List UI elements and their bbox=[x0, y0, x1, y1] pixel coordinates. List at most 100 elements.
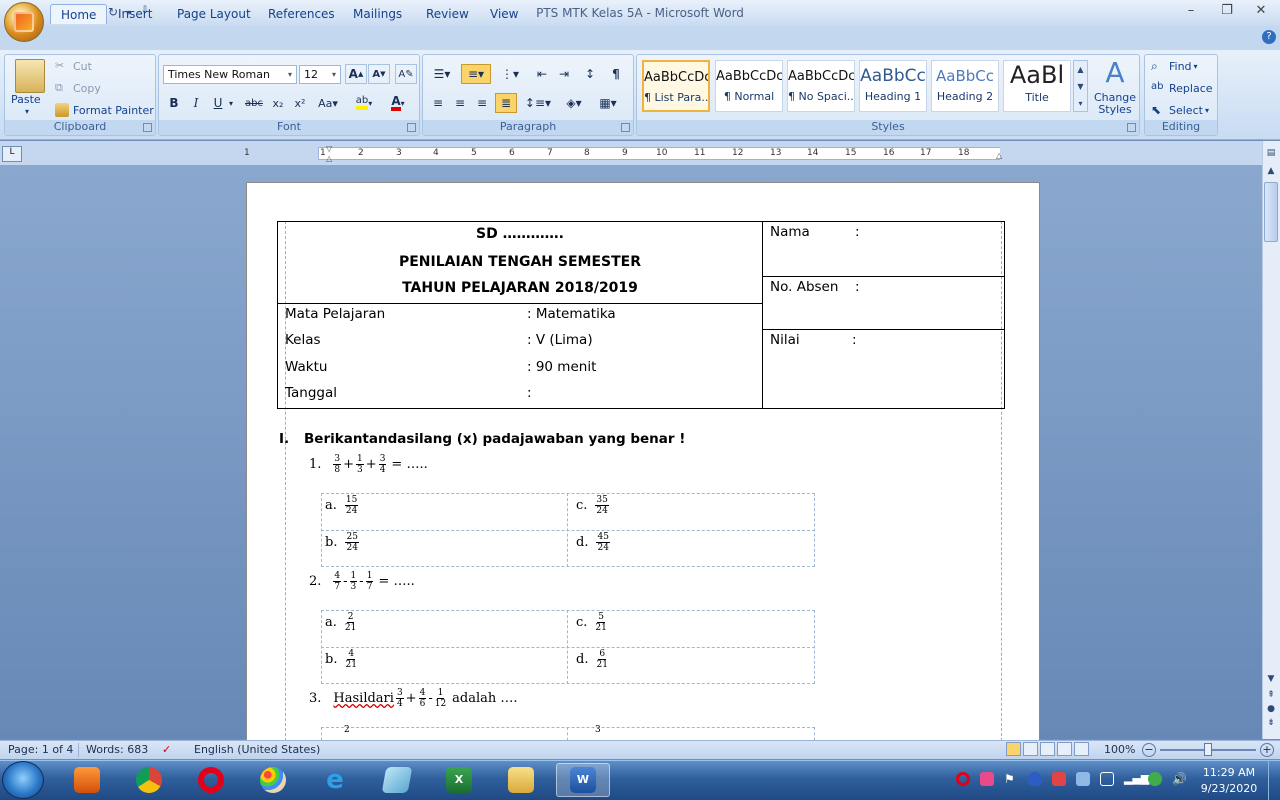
first-line-indent-marker[interactable]: ▽ bbox=[326, 144, 332, 153]
word-count[interactable]: Words: 683 bbox=[86, 743, 148, 756]
shrink-font-button[interactable]: A ▼ bbox=[368, 64, 390, 84]
style-heading-2[interactable]: AaBbCc Heading 2 bbox=[931, 60, 999, 112]
ruler-toggle-icon[interactable]: ▤ bbox=[1264, 148, 1278, 162]
flag-icon[interactable]: ⚑ bbox=[1004, 772, 1018, 786]
multilevel-list-button[interactable]: ⋮▾ bbox=[495, 64, 525, 84]
volume-icon[interactable]: 🔊 bbox=[1172, 772, 1187, 786]
paste-button[interactable]: Paste bbox=[11, 93, 41, 106]
print-layout-view-button[interactable] bbox=[1006, 742, 1021, 756]
superscript-button[interactable]: x² bbox=[289, 93, 311, 113]
option-b[interactable]: b. 25 24 bbox=[325, 532, 361, 553]
option-d[interactable]: d. 6 21 bbox=[576, 649, 610, 670]
update-icon[interactable] bbox=[1148, 772, 1162, 786]
subscript-button[interactable]: x₂ bbox=[267, 93, 289, 113]
excel-taskbar-button[interactable]: X bbox=[432, 763, 486, 797]
increase-indent-button[interactable]: ⇥ bbox=[553, 64, 575, 84]
highlight-button[interactable]: ab ▾ bbox=[349, 93, 379, 113]
select-button[interactable]: ⬉ Select ▾ bbox=[1151, 103, 1209, 117]
full-screen-reading-view-button[interactable] bbox=[1023, 742, 1038, 756]
change-styles-button[interactable]: Change Styles bbox=[1092, 92, 1138, 116]
paragraph-launcher-icon[interactable] bbox=[621, 123, 630, 132]
zoom-in-icon[interactable]: + bbox=[1260, 743, 1274, 757]
page-count[interactable]: Page: 1 of 4 bbox=[8, 743, 73, 756]
clock[interactable]: 11:29 AM 9/23/2020 bbox=[1196, 765, 1262, 797]
tab-references[interactable]: References bbox=[258, 4, 345, 24]
explorer-taskbar-button[interactable] bbox=[494, 763, 548, 797]
security-icon[interactable] bbox=[1052, 772, 1066, 786]
bullets-button[interactable]: ☰▾ bbox=[427, 64, 457, 84]
option-b[interactable]: b. 4 21 bbox=[325, 649, 359, 670]
change-case-button[interactable]: Aa▾ bbox=[313, 93, 343, 113]
font-size-combo[interactable]: 12 ▾ bbox=[299, 65, 341, 84]
bold-button[interactable]: B bbox=[163, 93, 185, 113]
close-button[interactable]: ✕ bbox=[1248, 3, 1274, 21]
option-c[interactable]: c. 35 24 bbox=[576, 495, 611, 516]
battery-icon[interactable] bbox=[1100, 772, 1114, 786]
font-name-combo[interactable]: Times New Roman ▾ bbox=[163, 65, 297, 84]
shading-button[interactable]: ◈▾ bbox=[559, 93, 589, 113]
paste-icon[interactable] bbox=[15, 59, 45, 93]
tab-selector[interactable]: L bbox=[2, 146, 22, 162]
word-taskbar-button[interactable]: W bbox=[556, 763, 610, 797]
zoom-slider-thumb[interactable] bbox=[1204, 743, 1212, 756]
media-player-taskbar-button[interactable] bbox=[60, 763, 114, 797]
notes-taskbar-button[interactable] bbox=[370, 763, 424, 797]
clipboard-launcher-icon[interactable] bbox=[143, 123, 152, 132]
option-a[interactable]: a. 15 24 bbox=[325, 495, 360, 516]
opera-taskbar-button[interactable] bbox=[184, 763, 238, 797]
tab-home[interactable]: Home bbox=[50, 4, 108, 24]
start-button[interactable] bbox=[2, 761, 44, 799]
network-device-icon[interactable] bbox=[1076, 772, 1090, 786]
minimize-button[interactable]: – bbox=[1178, 3, 1204, 21]
italic-button[interactable]: I bbox=[185, 93, 207, 113]
web-layout-view-button[interactable] bbox=[1040, 742, 1055, 756]
change-styles-icon[interactable]: A bbox=[1100, 58, 1130, 88]
next-page-icon[interactable]: ⇟ bbox=[1264, 718, 1278, 732]
help-icon[interactable]: ? bbox=[1262, 30, 1276, 44]
proofing-icon[interactable]: ✓ bbox=[162, 743, 171, 756]
style-title[interactable]: AaBl Title bbox=[1003, 60, 1071, 112]
borders-button[interactable]: ▦▾ bbox=[593, 93, 623, 113]
clear-formatting-button[interactable]: A✎ bbox=[395, 64, 417, 84]
tab-review[interactable]: Review bbox=[416, 4, 479, 24]
chrome-taskbar-button[interactable] bbox=[122, 763, 176, 797]
show-desktop-button[interactable] bbox=[1268, 760, 1280, 800]
scroll-thumb[interactable] bbox=[1264, 182, 1278, 242]
zoom-out-icon[interactable]: − bbox=[1142, 743, 1156, 757]
replace-button[interactable]: ab Replace bbox=[1151, 81, 1213, 95]
find-button[interactable]: ⌕ Find ▾ bbox=[1151, 59, 1198, 73]
format-painter-button[interactable]: Format Painter bbox=[55, 103, 154, 117]
internet-explorer-taskbar-button[interactable]: e bbox=[308, 763, 362, 797]
document-page[interactable]: SD …………. PENILAIAN TENGAH SEMESTER TAHUN… bbox=[246, 182, 1040, 742]
paste-dropdown-icon[interactable]: ▾ bbox=[25, 107, 29, 116]
styles-launcher-icon[interactable] bbox=[1127, 123, 1136, 132]
style-list-paragraph-card[interactable]: AaBbCcDc ¶ List Para... bbox=[642, 60, 710, 112]
align-right-button[interactable]: ≡ bbox=[471, 93, 493, 113]
right-indent-marker[interactable]: △ bbox=[996, 151, 1002, 160]
show-marks-button[interactable]: ¶ bbox=[605, 64, 627, 84]
option-c[interactable]: c. 5 21 bbox=[576, 612, 609, 633]
style-no-spacing[interactable]: AaBbCcDc ¶ No Spaci... bbox=[787, 60, 855, 112]
prev-page-icon[interactable]: ⇞ bbox=[1264, 690, 1278, 704]
tab-mailings[interactable]: Mailings bbox=[343, 4, 412, 24]
grow-font-button[interactable]: A ▲ bbox=[345, 64, 367, 84]
font-color-button[interactable]: A ▾ bbox=[383, 93, 413, 113]
draft-view-button[interactable] bbox=[1074, 742, 1089, 756]
scroll-down-icon[interactable]: ▼ bbox=[1264, 674, 1278, 688]
justify-button[interactable]: ≣ bbox=[495, 93, 517, 113]
align-left-button[interactable]: ≡ bbox=[427, 93, 449, 113]
bluetooth-icon[interactable] bbox=[1028, 772, 1042, 786]
tab-insert[interactable]: Insert bbox=[108, 4, 162, 24]
paint-taskbar-button[interactable] bbox=[246, 763, 300, 797]
copy-button[interactable]: ⧉ Copy bbox=[55, 81, 101, 95]
sort-button[interactable]: ↕ bbox=[579, 64, 601, 84]
restore-button[interactable]: ❐ bbox=[1214, 3, 1240, 21]
scroll-up-icon[interactable]: ▲ bbox=[1264, 166, 1278, 180]
tab-view[interactable]: View bbox=[480, 4, 528, 24]
underline-dropdown-icon[interactable]: ▾ bbox=[225, 93, 237, 113]
numbering-button[interactable]: ≡▾ bbox=[461, 64, 491, 84]
center-button[interactable]: ≡ bbox=[449, 93, 471, 113]
style-normal[interactable]: AaBbCcDc ¶ Normal bbox=[715, 60, 783, 112]
office-button[interactable] bbox=[4, 2, 44, 42]
styles-scroll[interactable]: ▲ ▼ ▾ bbox=[1073, 60, 1088, 112]
